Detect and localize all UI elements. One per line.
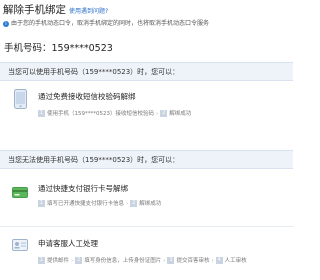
step-1-badge: 1 xyxy=(38,110,45,117)
notice: i 由于您的手机动态口令，取消手机绑定的同时，也将取消手机动态口令服务 xyxy=(3,18,209,27)
support-step-4: 人工审核 xyxy=(224,258,247,264)
phone-icon xyxy=(14,89,27,113)
sms-step-1: 使用手机（159****0523）接收短信校验码 xyxy=(47,111,154,117)
arrow-icon: › xyxy=(126,201,129,207)
bank-card-icon xyxy=(12,183,28,202)
id-card-icon xyxy=(12,236,28,255)
sms-step-2: 解绑成功 xyxy=(169,111,192,117)
step-1-badge: 1 xyxy=(38,200,45,207)
step-2-badge: 2 xyxy=(160,110,168,117)
option-bank-steps: 1 填写已开通快捷支付银行卡信息 › 2 解绑成功 xyxy=(38,199,161,207)
bank-step-2: 解绑成功 xyxy=(139,201,162,207)
arrow-icon: › xyxy=(163,258,166,264)
arrow-icon: › xyxy=(156,111,159,117)
help-link[interactable]: 使用遇到问题? xyxy=(69,8,108,15)
page-title-text: 解除手机绑定 xyxy=(3,4,66,16)
support-step-2: 填写身份信息，上传身份证图片 xyxy=(84,258,162,264)
step-1-badge: 1 xyxy=(38,257,45,264)
option-sms-title[interactable]: 通过免费接收短信校验码解绑 xyxy=(38,91,136,102)
step-3-badge: 3 xyxy=(167,257,175,264)
option-support-title[interactable]: 申请客服人工处理 xyxy=(38,238,98,249)
arrow-icon: › xyxy=(71,258,74,264)
phone-number: 手机号码：159****0523 xyxy=(4,43,113,54)
info-icon: i xyxy=(3,20,9,27)
option-support-steps: 1 提供邮件 › 2 填写身份信息，上传身份证图片 › 3 提交百客审核 › 4 人工审核 xyxy=(38,256,247,264)
section-can-heading: 当您可以使用手机号码（159****0523）时，您可以： xyxy=(0,62,293,81)
support-step-3: 提交百客审核 xyxy=(176,258,210,264)
option-bank-title[interactable]: 通过快捷支付银行卡号解绑 xyxy=(38,183,128,194)
section-cannot-heading: 当您无法使用手机号码（159****0523）时，您可以： xyxy=(0,150,293,169)
step-2-badge: 2 xyxy=(130,200,138,207)
notice-text: 由于您的手机动态口令，取消手机绑定的同时，也将取消手机动态口令服务 xyxy=(11,20,210,27)
divider xyxy=(0,226,293,227)
bank-step-1: 填写已开通快捷支付银行卡信息 xyxy=(47,201,125,207)
step-4-badge: 4 xyxy=(215,257,223,264)
page-title: 解除手机绑定 使用遇到问题? xyxy=(3,2,108,17)
step-2-badge: 2 xyxy=(75,257,83,264)
arrow-icon: › xyxy=(211,258,214,264)
option-sms-steps: 1 使用手机（159****0523）接收短信校验码 › 2 解绑成功 xyxy=(38,109,191,117)
support-step-1: 提供邮件 xyxy=(47,258,70,264)
